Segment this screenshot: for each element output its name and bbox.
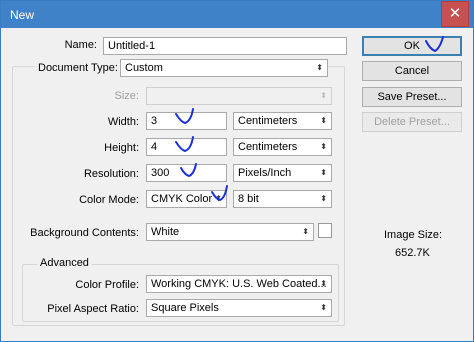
width-unit-value: Centimeters [238,115,298,127]
name-value: Untitled-1 [108,40,156,52]
width-input[interactable]: 3 [146,112,227,130]
document-type-select[interactable]: Custom ⬍ [120,59,328,77]
chevron-updown-icon: ⬍ [302,227,309,236]
background-contents-select[interactable]: White ⬍ [146,223,314,241]
pixel-aspect-ratio-value: Square Pixels [151,302,219,314]
background-contents-value: White [151,226,180,238]
chevron-updown-icon: ⬍ [320,279,327,288]
image-size-value: 652.7K [395,247,430,259]
resolution-input[interactable]: 300 [146,164,227,182]
color-profile-select[interactable]: Working CMYK: U.S. Web Coated... ⬍ [146,275,332,293]
pixel-aspect-ratio-label: Pixel Aspect Ratio: [47,303,139,315]
width-value: 3 [151,115,158,127]
resolution-value: 300 [151,167,170,179]
background-contents-label: Background Contents: [30,227,139,239]
chevron-updown-icon: ⬍ [320,142,327,151]
pixel-aspect-ratio-select[interactable]: Square Pixels ⬍ [146,299,332,317]
chevron-updown-icon: ⬍ [320,194,327,203]
save-preset-button[interactable]: Save Preset... [362,87,462,107]
chevron-updown-icon: ⬍ [320,116,327,125]
color-mode-label: Color Mode: [79,194,139,206]
close-icon: ✕ [448,5,462,22]
color-mode-select[interactable]: CMYK Color ⬍ [146,190,227,208]
height-input[interactable]: 4 [146,138,227,156]
delete-preset-button: Delete Preset... [362,112,462,132]
title-bar[interactable]: New ✕ [1,1,473,28]
color-mode-value: CMYK Color [151,193,213,205]
image-size-label: Image Size: [384,229,443,241]
height-value: 4 [151,141,158,153]
bit-depth-value: 8 bit [238,193,259,205]
document-type-label: Document Type: [35,62,121,74]
resolution-unit-value: Pixels/Inch [238,167,292,179]
height-unit-select[interactable]: Centimeters ⬍ [233,138,332,156]
chevron-updown-icon: ⬍ [316,63,323,72]
resolution-unit-select[interactable]: Pixels/Inch ⬍ [233,164,332,182]
chevron-updown-icon: ⬍ [320,168,327,177]
width-label: Width: [107,116,139,128]
color-profile-label: Color Profile: [75,279,139,291]
dialog-title: New [10,8,35,22]
width-unit-select[interactable]: Centimeters ⬍ [233,112,332,130]
bit-depth-select[interactable]: 8 bit ⬍ [233,190,332,208]
height-unit-value: Centimeters [238,141,298,153]
chevron-updown-icon: ⬍ [320,91,327,100]
background-color-swatch[interactable] [318,223,332,238]
resolution-label: Resolution: [83,168,139,180]
document-type-value: Custom [125,62,163,74]
name-input[interactable]: Untitled-1 [103,37,347,55]
size-select: ⬍ [146,87,332,105]
name-label: Name: [64,39,97,51]
height-label: Height: [104,142,139,154]
color-profile-value: Working CMYK: U.S. Web Coated... [151,278,327,290]
ok-button[interactable]: OK [362,36,462,56]
cancel-button[interactable]: Cancel [362,61,462,81]
new-document-dialog: New ✕ Name: Untitled-1 Document Type: Cu… [0,0,474,342]
advanced-toggle[interactable]: Advanced [37,257,92,269]
size-label: Size: [114,90,139,102]
close-button[interactable]: ✕ [441,1,469,27]
chevron-updown-icon: ⬍ [215,194,222,203]
chevron-updown-icon: ⬍ [320,303,327,312]
